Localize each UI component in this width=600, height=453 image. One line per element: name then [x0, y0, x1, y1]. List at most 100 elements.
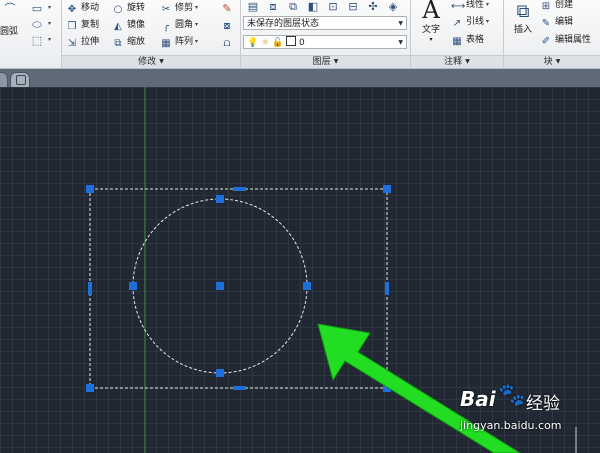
- table-icon: ▦: [452, 36, 462, 47]
- create-block-icon: ⊞: [541, 1, 551, 12]
- linear-dimension-tool[interactable]: ⟷线性 ▾: [451, 0, 489, 13]
- circle-quadrant-grip[interactable]: [303, 282, 311, 290]
- edit-attributes-icon: ✐: [541, 36, 551, 47]
- layer-previous-icon[interactable]: ◧: [303, 0, 323, 16]
- midpoint-grip[interactable]: [88, 282, 92, 295]
- text-tool[interactable]: A 文字 ▾: [417, 0, 445, 44]
- layer-properties-icon[interactable]: ▤: [243, 0, 263, 16]
- circle-quadrant-grip[interactable]: [129, 282, 137, 290]
- array-icon: ▦: [161, 38, 171, 49]
- block-panel: ⧉ 插入 ⊞ 创建 ✎ 编辑 ✐ 编辑属性 块 ▼: [504, 0, 600, 68]
- lightbulb-icon: 💡: [247, 38, 259, 48]
- explode-icon[interactable]: ⧇: [217, 17, 237, 35]
- copy-tool[interactable]: ❐ 复制: [66, 17, 100, 33]
- watermark-url: jingyan.baidu.com: [460, 419, 562, 432]
- document-tab-strip: [0, 69, 600, 87]
- rotate-icon: ○: [113, 4, 123, 15]
- copy-icon: ❐: [67, 21, 77, 32]
- annotation-panel: A 文字 ▾ ⟷线性 ▾ ↗ 引线 ▾ ▦ 表格 注释 ▼: [411, 0, 503, 68]
- rotate-tool[interactable]: ○ 旋转: [112, 0, 145, 16]
- modify-panel-expand-icon: ▼: [159, 58, 164, 65]
- trim-icon: ✂: [161, 4, 171, 15]
- move-tool[interactable]: ✥ 移动: [66, 0, 99, 16]
- polyline-tool-icon[interactable]: ⌒: [0, 0, 20, 18]
- hatch-tool-icon[interactable]: ⬚: [27, 32, 47, 50]
- ribbon: ⌒ 圆弧 ▭ ▾ ⬭ ▾ ⬚ ▾ ✥ 移动 ○ 旋转 ✂ 修剪 ▾ ❐ 复制 ◭ 镜像 ╭ 圆…: [0, 0, 600, 69]
- layer-make-current-icon[interactable]: ⧈: [263, 0, 283, 16]
- midpoint-grip[interactable]: [233, 187, 246, 191]
- offset-icon[interactable]: ⩍: [217, 34, 237, 52]
- linear-dimension-icon: ⟷: [451, 1, 466, 12]
- stretch-tool[interactable]: ⇲ 拉伸: [66, 34, 99, 50]
- layer-freeze-icon[interactable]: ✣: [363, 0, 383, 16]
- layer-isolate-icon[interactable]: ⊡: [323, 0, 343, 16]
- rectangle-dropdown-icon[interactable]: ▾: [46, 0, 51, 16]
- edit-attributes-tool[interactable]: ✐ 编辑属性: [540, 32, 591, 48]
- midpoint-grip[interactable]: [233, 386, 246, 390]
- circle-quadrant-grip[interactable]: [216, 369, 224, 377]
- circle-quadrant-grip[interactable]: [216, 195, 224, 203]
- layer-state-dropdown-icon: ▼: [398, 20, 403, 27]
- new-document-tab[interactable]: [10, 72, 30, 87]
- layers-panel: ▤ ⧈ ⧉ ◧ ⊡ ⊟ ✣ ◈ 未保存的图层状态 ▼ 💡 ☼ 🔓 0 ▼ 图层 ▼: [241, 0, 410, 68]
- layer-combo[interactable]: 💡 ☼ 🔓 0 ▼: [243, 35, 407, 49]
- text-tool-dropdown-icon: ▾: [429, 36, 433, 43]
- layer-dropdown-icon: ▼: [398, 39, 403, 46]
- new-tab-icon: [16, 75, 26, 85]
- lock-icon: 🔓: [272, 38, 284, 48]
- paw-logo-icon: 🐾: [498, 383, 526, 408]
- fillet-dropdown-icon[interactable]: ▾: [195, 21, 198, 28]
- text-tool-icon: A: [422, 0, 440, 24]
- document-tab[interactable]: [0, 72, 8, 87]
- array-dropdown-icon[interactable]: ▾: [195, 38, 198, 45]
- fillet-icon: ╭: [162, 21, 170, 32]
- trim-dropdown-icon[interactable]: ▾: [195, 4, 198, 11]
- fillet-tool[interactable]: ╭ 圆角 ▾: [160, 17, 198, 33]
- block-panel-title[interactable]: 块 ▼: [504, 55, 600, 68]
- scale-icon: ⧉: [114, 38, 122, 49]
- layer-color-swatch: [286, 36, 297, 46]
- mirror-icon: ◭: [114, 21, 122, 32]
- layer-off-icon[interactable]: ◈: [383, 0, 403, 16]
- circle-center-grip[interactable]: [216, 282, 224, 290]
- ellipse-dropdown-icon[interactable]: ▾: [46, 16, 51, 32]
- arc-tool[interactable]: 圆弧: [0, 24, 18, 40]
- mirror-tool[interactable]: ◭ 镜像: [112, 17, 145, 33]
- create-block-tool[interactable]: ⊞ 创建: [540, 0, 573, 13]
- trim-tool[interactable]: ✂ 修剪 ▾: [160, 0, 198, 16]
- leader-dropdown-icon[interactable]: ▾: [486, 18, 489, 25]
- current-layer-name: 0: [299, 38, 305, 48]
- draw-panel: ⌒ 圆弧 ▭ ▾ ⬭ ▾ ⬚ ▾: [0, 0, 60, 68]
- linear-dropdown-icon[interactable]: ▾: [486, 1, 489, 8]
- move-icon: ✥: [67, 4, 77, 15]
- leader-icon: ↗: [452, 18, 462, 29]
- table-tool[interactable]: ▦ 表格: [451, 32, 484, 48]
- corner-grip[interactable]: [86, 384, 94, 392]
- layers-panel-title[interactable]: 图层 ▼: [241, 55, 410, 68]
- edit-block-tool[interactable]: ✎ 编辑: [540, 14, 573, 30]
- insert-block-icon: ⧉: [516, 1, 530, 22]
- watermark-brand: Bai: [460, 387, 496, 411]
- layer-state-combo[interactable]: 未保存的图层状态 ▼: [243, 16, 407, 30]
- watermark-brand-suffix: 经验: [526, 394, 560, 414]
- hatch-dropdown-icon[interactable]: ▾: [46, 32, 51, 48]
- stretch-icon: ⇲: [67, 38, 77, 49]
- corner-grip[interactable]: [86, 185, 94, 193]
- layers-panel-expand-icon: ▼: [333, 58, 339, 65]
- baidu-jingyan-watermark: Bai 🐾 经验 jingyan.baidu.com: [460, 383, 600, 443]
- layer-match-icon[interactable]: ⧉: [283, 0, 303, 16]
- layer-unisolate-icon[interactable]: ⊟: [343, 0, 363, 16]
- erase-icon[interactable]: ✎: [217, 0, 237, 18]
- leader-tool[interactable]: ↗ 引线 ▾: [451, 14, 489, 30]
- block-panel-expand-icon: ▼: [555, 58, 561, 65]
- scale-tool[interactable]: ⧉ 缩放: [112, 34, 145, 50]
- drawing-canvas[interactable]: Bai 🐾 经验 jingyan.baidu.com: [0, 87, 600, 453]
- insert-tool[interactable]: ⧉ 插入: [508, 0, 538, 36]
- corner-grip[interactable]: [383, 185, 391, 193]
- midpoint-grip[interactable]: [385, 282, 389, 295]
- modify-panel: ✥ 移动 ○ 旋转 ✂ 修剪 ▾ ❐ 复制 ◭ 镜像 ╭ 圆角 ▾ ⇲ 拉伸 ⧉ 缩放 ▦ 阵列 ▾ ✎…: [62, 0, 240, 68]
- array-tool[interactable]: ▦ 阵列 ▾: [160, 34, 198, 50]
- modify-panel-title[interactable]: 修改 ▼: [62, 55, 240, 68]
- annotation-panel-expand-icon: ▼: [465, 58, 470, 65]
- annotation-panel-title[interactable]: 注释 ▼: [411, 55, 503, 68]
